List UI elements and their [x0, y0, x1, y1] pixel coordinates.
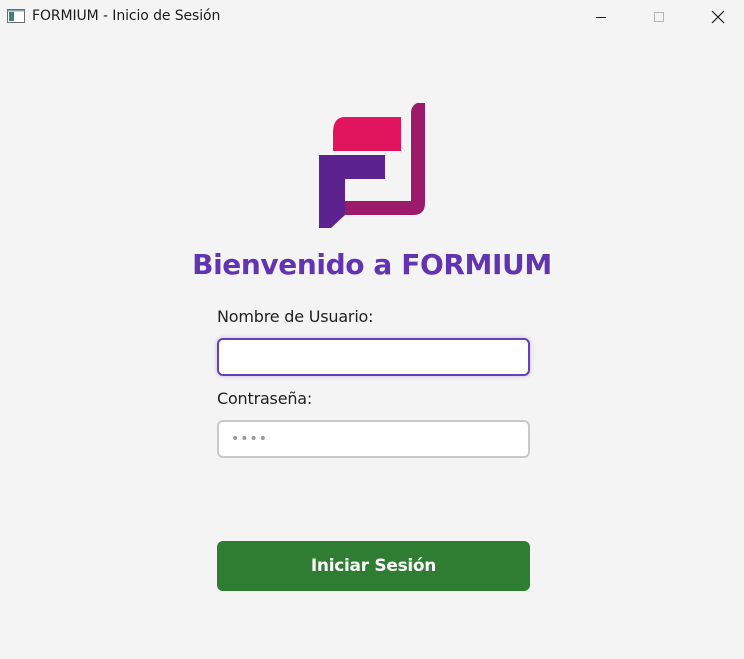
app-icon	[7, 9, 25, 23]
login-button[interactable]: Iniciar Sesión	[217, 541, 530, 591]
close-button[interactable]	[695, 0, 741, 33]
formium-logo-icon	[319, 103, 427, 228]
minimize-button[interactable]	[578, 0, 624, 33]
welcome-heading: Bienvenido a FORMIUM	[192, 248, 552, 281]
close-icon	[711, 10, 725, 23]
login-window: FORMIUM - Inicio de Sesión Bienvenido a …	[0, 0, 744, 659]
window-title: FORMIUM - Inicio de Sesión	[32, 8, 221, 24]
username-label: Nombre de Usuario:	[217, 307, 374, 326]
maximize-icon	[654, 11, 664, 22]
title-bar: FORMIUM - Inicio de Sesión	[0, 0, 744, 33]
minimize-icon	[596, 16, 606, 18]
username-input[interactable]	[217, 338, 530, 376]
password-input[interactable]	[217, 420, 530, 458]
password-label: Contraseña:	[217, 389, 313, 408]
maximize-button[interactable]	[636, 0, 682, 33]
